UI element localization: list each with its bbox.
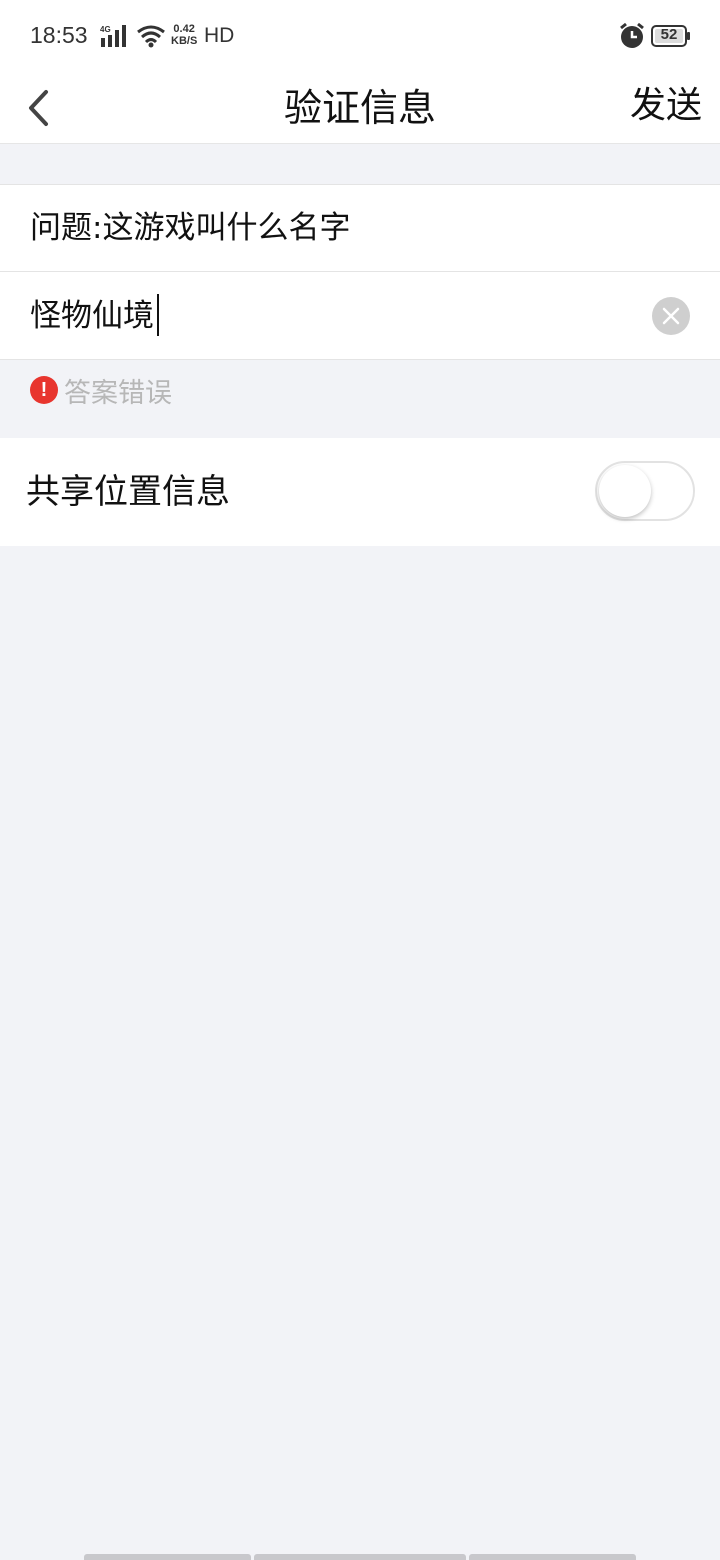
network-speed-value: 0.42 bbox=[173, 23, 195, 35]
nav-bar-segment-center[interactable] bbox=[254, 1554, 466, 1560]
text-cursor bbox=[157, 294, 159, 336]
error-icon: ! bbox=[30, 376, 58, 404]
share-location-row: 共享位置信息 bbox=[0, 438, 720, 546]
verification-card: 问题:这游戏叫什么名字 bbox=[0, 184, 720, 360]
question-row: 问题:这游戏叫什么名字 bbox=[0, 185, 720, 272]
nav-bar-segment-left[interactable] bbox=[84, 1554, 251, 1560]
wifi-icon bbox=[137, 25, 165, 48]
clear-input-button[interactable] bbox=[652, 297, 690, 335]
status-time: 18:53 bbox=[30, 22, 88, 48]
error-message: ! 答案错误 bbox=[30, 372, 172, 409]
network-speed-unit: KB/S bbox=[171, 35, 198, 47]
toggle-knob bbox=[599, 465, 651, 517]
close-icon bbox=[662, 307, 680, 325]
cellular-signal-icon: 4G bbox=[100, 25, 126, 47]
share-location-toggle[interactable] bbox=[595, 461, 695, 521]
answer-input[interactable] bbox=[30, 293, 630, 339]
network-type-label: 4G bbox=[100, 25, 111, 34]
hd-label: HD bbox=[204, 24, 235, 47]
network-speed: 0.42 KB/S bbox=[171, 23, 197, 47]
send-button[interactable]: 发送 bbox=[630, 78, 702, 134]
question-text: 问题:这游戏叫什么名字 bbox=[30, 210, 351, 246]
nav-bar-segment-right[interactable] bbox=[469, 1554, 636, 1560]
battery-level: 52 bbox=[660, 26, 678, 43]
header-bar: 验证信息 发送 bbox=[0, 72, 720, 144]
share-location-label: 共享位置信息 bbox=[26, 472, 230, 512]
alarm-icon bbox=[620, 22, 644, 48]
page-title: 验证信息 bbox=[283, 86, 436, 130]
error-text: 答案错误 bbox=[64, 377, 172, 409]
answer-row bbox=[0, 272, 720, 360]
status-bar: 18:53 4G 0.42 KB/S HD 52 bbox=[0, 0, 720, 72]
